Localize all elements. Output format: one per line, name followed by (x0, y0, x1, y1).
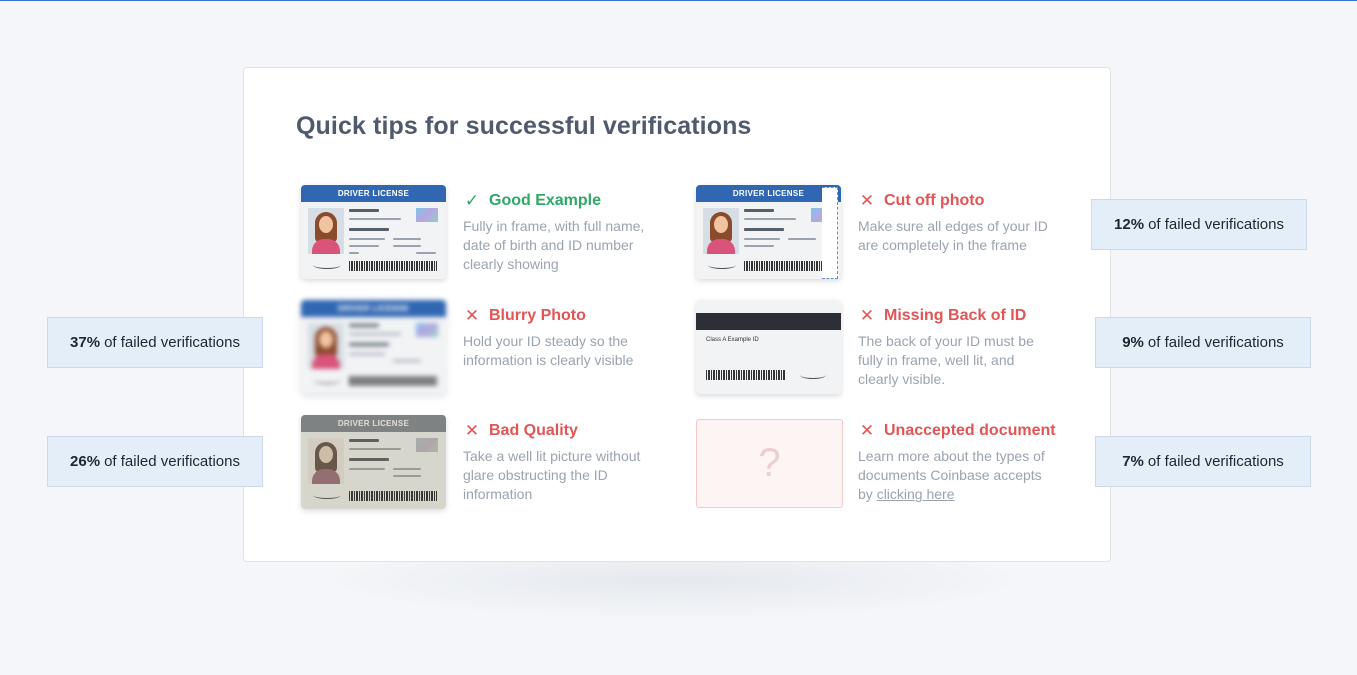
stat-label: of failed verifications (104, 453, 240, 470)
id-card-front-blurred: DRIVER LICENSE (301, 300, 446, 394)
tip-description: Take a well lit picture without glare ob… (463, 448, 641, 502)
tip-missing-back: Class A Example ID ✕ Missing Back of ID … (696, 300, 1091, 400)
tip-heading-label: Good Example (489, 192, 602, 209)
page-title: Quick tips for successful verifications (296, 112, 752, 140)
x-icon: ✕ (859, 191, 875, 210)
tip-unaccepted-document: ? ✕ Unaccepted document Learn more about… (696, 415, 1091, 515)
stat-unaccepted: 7% of failed verifications (1095, 436, 1311, 487)
stat-label: of failed verifications (104, 334, 240, 351)
tip-description: Fully in frame, with full name, date of … (463, 218, 645, 272)
x-icon: ✕ (464, 306, 480, 325)
stat-cut-off: 12% of failed verifications (1091, 199, 1307, 250)
signature (313, 261, 341, 269)
id-card-front-glare: DRIVER LICENSE (301, 415, 446, 509)
unknown-document-image: ? (696, 415, 843, 512)
glare-id-image: DRIVER LICENSE (301, 415, 448, 512)
tip-description: Learn more about the types of documents … (858, 447, 1058, 504)
id-back-text: Class A Example ID (706, 337, 759, 343)
tip-heading: ✕ Cut off photo (858, 191, 985, 211)
x-icon: ✕ (859, 306, 875, 325)
stat-label: of failed verifications (1147, 453, 1284, 470)
x-icon: ✕ (859, 421, 875, 440)
tip-description: Make sure all edges of your ID are compl… (858, 218, 1048, 253)
id-card-title: DRIVER LICENSE (301, 300, 446, 317)
check-icon: ✓ (464, 191, 480, 210)
id-card-title: DRIVER LICENSE (301, 185, 446, 202)
tip-cut-off-photo: DRIVER LICENSE ✕ Cut off photo Make sure… (696, 185, 1091, 285)
question-mark-icon: ? (696, 419, 843, 508)
id-card-front: DRIVER LICENSE (301, 185, 446, 279)
tip-heading-label: Unaccepted document (884, 422, 1056, 439)
tip-heading: ✓ Good Example (463, 191, 601, 211)
stat-label: of failed verifications (1147, 334, 1284, 351)
accepted-documents-link[interactable]: clicking here (877, 486, 955, 502)
stat-percent: 37% (70, 334, 101, 351)
back-id-image: Class A Example ID (696, 300, 843, 397)
tip-description: Hold your ID steady so the information i… (463, 333, 634, 368)
tip-blurry-photo: DRIVER LICENSE ✕ Blurry Photo Hold your … (301, 300, 696, 400)
stat-missing-back: 9% of failed verifications (1095, 317, 1311, 368)
tip-description: The back of your ID must be fully in fra… (858, 333, 1034, 387)
stat-percent: 7% (1122, 453, 1144, 470)
hologram (416, 208, 438, 222)
good-id-image: DRIVER LICENSE (301, 185, 448, 282)
cutoff-id-image: DRIVER LICENSE (696, 185, 843, 282)
cut-off-region (822, 187, 838, 279)
blurry-id-image: DRIVER LICENSE (301, 300, 448, 397)
tip-heading-label: Bad Quality (489, 422, 578, 439)
top-accent-line (0, 0, 1357, 1)
tip-heading: ✕ Blurry Photo (463, 306, 586, 326)
tip-heading: ✕ Unaccepted document (858, 421, 1056, 441)
tip-bad-quality: DRIVER LICENSE ✕ Bad Quality Take a well… (301, 415, 696, 515)
stat-percent: 26% (70, 453, 101, 470)
stat-bad-quality: 26% of failed verifications (47, 436, 263, 487)
id-card-title: DRIVER LICENSE (301, 415, 446, 432)
stat-percent: 9% (1122, 334, 1144, 351)
x-icon: ✕ (464, 421, 480, 440)
tips-card: Quick tips for successful verifications … (243, 67, 1111, 562)
tip-good-example: DRIVER LICENSE ✓ Good Example Fully in f… (301, 185, 696, 285)
tip-heading: ✕ Bad Quality (463, 421, 578, 441)
id-card-back: Class A Example ID (696, 300, 841, 394)
barcode (706, 370, 786, 380)
id-card-title: DRIVER LICENSE (696, 185, 841, 202)
signature (800, 371, 826, 379)
stat-percent: 12% (1114, 216, 1145, 233)
barcode (349, 261, 437, 271)
tip-heading-label: Missing Back of ID (884, 307, 1027, 324)
tip-heading-label: Blurry Photo (489, 307, 586, 324)
id-card-front: DRIVER LICENSE (696, 185, 841, 279)
stat-label: of failed verifications (1148, 216, 1284, 233)
magnetic-stripe (696, 313, 841, 330)
tip-heading-label: Cut off photo (884, 192, 985, 209)
stat-blurry: 37% of failed verifications (47, 317, 263, 368)
id-photo (308, 208, 344, 254)
tip-heading: ✕ Missing Back of ID (858, 306, 1026, 326)
